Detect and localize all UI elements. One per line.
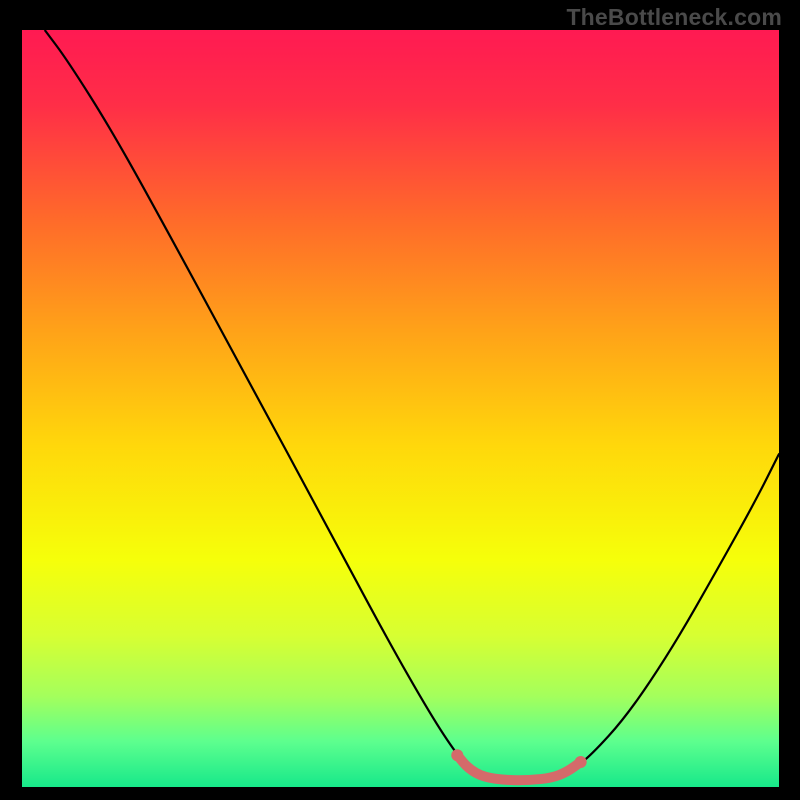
marker-left-endpoint bbox=[451, 749, 463, 761]
marker-right-endpoint bbox=[575, 756, 587, 768]
plot-svg bbox=[22, 30, 779, 787]
plot-frame bbox=[22, 30, 779, 787]
watermark-text: TheBottleneck.com bbox=[566, 4, 782, 31]
chart-container: TheBottleneck.com bbox=[0, 0, 800, 800]
gradient-background bbox=[22, 30, 779, 787]
